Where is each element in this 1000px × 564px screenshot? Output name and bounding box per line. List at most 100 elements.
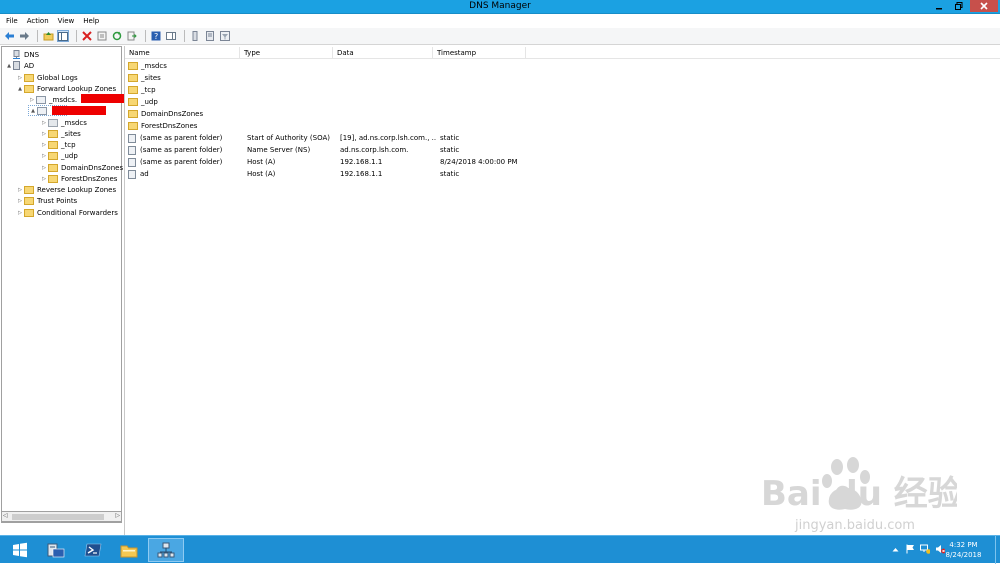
column-header-name[interactable]: Name xyxy=(125,47,240,59)
tree-expander[interactable]: ▷ xyxy=(40,176,48,182)
show-hide-console-tree-button[interactable] xyxy=(57,30,69,42)
properties-button[interactable] xyxy=(96,30,108,42)
tree-node-forestdnszones[interactable]: ▷ ForestDnsZones xyxy=(40,173,117,184)
record-row[interactable]: (same as parent folder) Host (A) 192.168.1… xyxy=(128,156,529,168)
tree-expander[interactable]: ▷ xyxy=(16,198,24,204)
tree-node-domaindnszones[interactable]: ▷ DomainDnsZones xyxy=(40,162,123,173)
column-header-type[interactable]: Type xyxy=(240,47,333,59)
tree-expander[interactable]: ▷ xyxy=(40,131,48,137)
powershell-icon xyxy=(84,543,102,557)
record-row[interactable]: DomainDnsZones xyxy=(128,108,529,120)
server-tool-button-2[interactable] xyxy=(204,30,216,42)
start-button[interactable] xyxy=(2,538,38,562)
back-button[interactable] xyxy=(3,30,15,42)
system-clock[interactable]: 4:32 PM 8/24/2018 xyxy=(941,540,986,560)
record-row[interactable]: _sites xyxy=(128,72,529,84)
up-one-level-button[interactable] xyxy=(42,30,54,42)
show-desktop-button[interactable] xyxy=(995,536,1000,564)
delete-button[interactable] xyxy=(81,30,93,42)
record-name-cell: DomainDnsZones xyxy=(128,110,243,118)
record-row[interactable]: _tcp xyxy=(128,84,529,96)
refresh-button[interactable] xyxy=(111,30,123,42)
export-list-icon xyxy=(127,31,137,41)
tree-node-msdcs-zone[interactable]: ▷ _msdcs. xyxy=(28,94,77,105)
tree-node-conditional-forwarders[interactable]: ▷ Conditional Forwarders xyxy=(16,207,118,218)
close-button[interactable] xyxy=(970,0,998,12)
taskbar-file-explorer[interactable] xyxy=(111,538,147,562)
tree-expander[interactable]: ▷ xyxy=(40,120,48,126)
taskbar-dns-manager-active[interactable] xyxy=(148,538,184,562)
toolbar-separator xyxy=(145,30,146,42)
record-name: _msdcs xyxy=(141,62,167,70)
tree-node-sites[interactable]: ▷ _sites xyxy=(40,128,81,139)
tree-label: Conditional Forwarders xyxy=(37,208,118,217)
column-header-data[interactable]: Data xyxy=(333,47,433,59)
show-hidden-icons-arrow[interactable] xyxy=(890,544,900,554)
record-row[interactable]: ForestDnsZones xyxy=(128,120,529,132)
menu-view[interactable]: View xyxy=(58,17,75,25)
record-row[interactable]: _msdcs xyxy=(128,60,529,72)
record-name-cell: (same as parent folder) xyxy=(128,133,243,143)
menu-action[interactable]: Action xyxy=(27,17,49,25)
record-row[interactable]: (same as parent folder) Start of Authorit… xyxy=(128,132,529,144)
action-center-tray[interactable] xyxy=(905,544,915,554)
record-row[interactable]: ad Host (A) 192.168.1.1 static xyxy=(128,168,529,180)
show-hide-action-pane-button[interactable] xyxy=(165,30,177,42)
record-row[interactable]: (same as parent folder) Name Server (NS) a… xyxy=(128,144,529,156)
minimize-button[interactable] xyxy=(930,0,947,12)
folder-icon xyxy=(24,185,34,194)
redaction-mark xyxy=(81,94,127,103)
record-type: Host (A) xyxy=(247,158,276,166)
record-timestamp: static xyxy=(440,134,460,142)
tree-node-udp[interactable]: ▷ _udp xyxy=(40,150,78,161)
folder-icon xyxy=(128,74,138,82)
tree-horizontal-scrollbar[interactable]: ◁ ▷ xyxy=(1,511,122,522)
network-warning-icon xyxy=(920,544,930,554)
export-list-button[interactable] xyxy=(126,30,138,42)
tree-expander[interactable]: ▷ xyxy=(16,210,24,216)
tree-expander[interactable]: ▷ xyxy=(28,97,36,103)
column-header-timestamp[interactable]: Timestamp xyxy=(433,47,526,59)
scroll-left-arrow-icon[interactable]: ◁ xyxy=(3,512,8,519)
tree-node-tcp[interactable]: ▷ _tcp xyxy=(40,139,76,150)
scroll-right-arrow-icon[interactable]: ▷ xyxy=(115,512,120,519)
baidu-jingyan-watermark: Bai du 经验 jingyan.baidu.com xyxy=(761,457,957,533)
help-button[interactable]: ? xyxy=(150,30,162,42)
server-tool-icon xyxy=(192,31,198,41)
tree-node-reverse-lookup-zones[interactable]: ▷ Reverse Lookup Zones xyxy=(16,184,116,195)
tree-node-msdcs[interactable]: ▷ _msdcs xyxy=(40,117,87,128)
folder-icon xyxy=(24,208,34,217)
taskbar-powershell[interactable] xyxy=(75,538,111,562)
refresh-icon xyxy=(112,31,122,41)
forward-button[interactable] xyxy=(18,30,30,42)
menu-file[interactable]: File xyxy=(6,17,18,25)
menu-help[interactable]: Help xyxy=(83,17,99,25)
record-name-cell: ad xyxy=(128,169,243,179)
record-row[interactable]: _udp xyxy=(128,96,529,108)
tree-expander[interactable]: ▲ xyxy=(16,86,24,92)
tree-node-forward-lookup-zones[interactable]: ▲ Forward Lookup Zones xyxy=(16,83,116,94)
toolbar-separator xyxy=(76,30,77,42)
network-tray[interactable] xyxy=(920,544,930,554)
taskbar-server-manager[interactable] xyxy=(38,538,74,562)
tree-node-dns[interactable]: DNS xyxy=(4,49,39,60)
tree-expander[interactable]: ▷ xyxy=(16,75,24,81)
tree-expander[interactable]: ▷ xyxy=(40,153,48,159)
title-bar: DNS Manager xyxy=(0,0,1000,14)
tree-node-trust-points[interactable]: ▷ Trust Points xyxy=(16,195,77,206)
delete-x-icon xyxy=(82,31,92,41)
console-tree-icon xyxy=(58,31,68,41)
tree-expander[interactable]: ▲ xyxy=(29,108,37,114)
tree-node-ad[interactable]: ▲ AD xyxy=(5,60,34,71)
tree-node-global-logs[interactable]: ▷ Global Logs xyxy=(16,72,78,83)
restore-button[interactable] xyxy=(950,0,967,12)
tree-expander[interactable]: ▷ xyxy=(16,187,24,193)
server-tool-button-1[interactable] xyxy=(189,30,201,42)
scrollbar-thumb[interactable] xyxy=(12,514,104,520)
server-tool-button-3[interactable] xyxy=(219,30,231,42)
tree-expander[interactable]: ▷ xyxy=(40,165,48,171)
tree-expander[interactable]: ▷ xyxy=(40,142,48,148)
folder-icon xyxy=(48,129,58,138)
record-data: 192.168.1.1 xyxy=(340,158,383,166)
tree-expander[interactable]: ▲ xyxy=(5,63,13,69)
